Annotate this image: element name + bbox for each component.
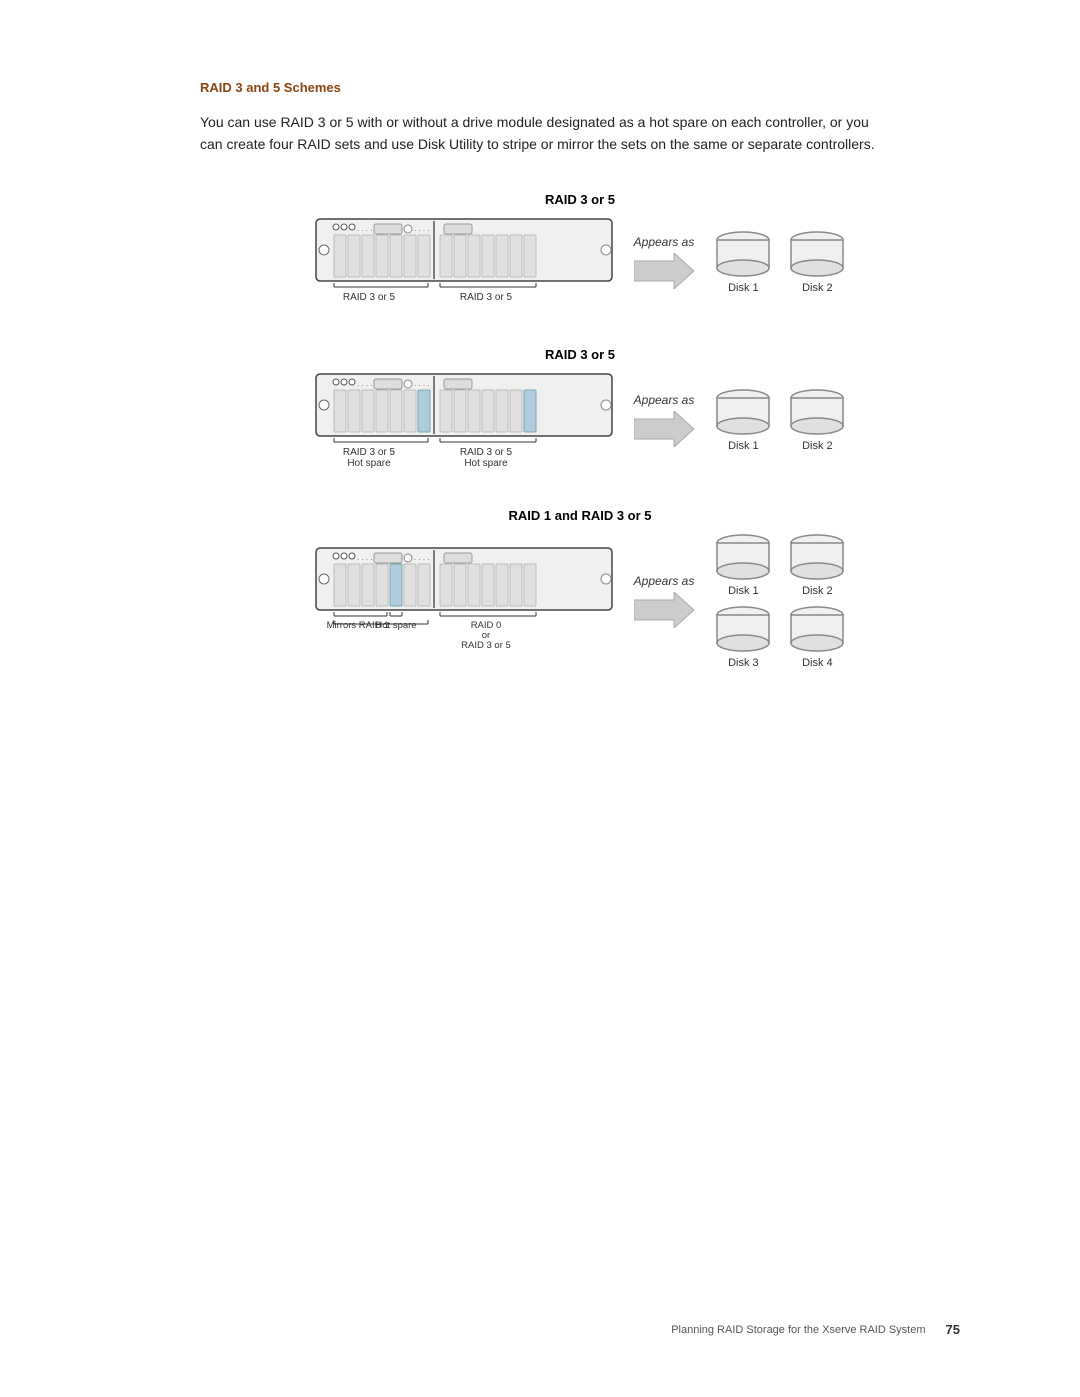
page-number: 75 [946,1322,960,1337]
diagram1-raid-wrapper: . . . . . . . . [314,217,614,307]
diagram3-disks: Disk 1 Disk 2 [714,533,846,669]
diagram2-svg: . . . . . . . . [314,372,614,468]
footer-text: Planning RAID Storage for the Xserve RAI… [671,1324,925,1336]
diagram3-raid-wrapper: . . . . . . . . [314,546,614,656]
svg-text:. . . .: . . . . [414,224,430,233]
disk2-item: Disk 2 [788,230,846,294]
svg-text:Hot spare: Hot spare [347,458,391,468]
body-text: You can use RAID 3 or 5 with or without … [200,111,880,156]
svg-text:. . . .: . . . . [414,553,430,562]
svg-text:. . . .: . . . . [357,553,373,562]
disk1-item: Disk 1 [714,230,772,294]
svg-text:Hot spare: Hot spare [375,620,416,631]
diagram2-appears-as: Appears as [634,393,695,407]
diagram1-appears-as: Appears as [634,235,695,249]
diagram2-title: RAID 3 or 5 [545,347,615,362]
diagrams-container: RAID 3 or 5 . . . . [200,192,960,669]
svg-text:RAID 3 or 5: RAID 3 or 5 [343,292,396,303]
diagram3-disk3-icon [714,605,772,653]
diagram2: RAID 3 or 5 . . . . . . . . [200,347,960,468]
diagram2-disk2-icon [788,388,846,436]
section-title: RAID 3 and 5 Schemes [200,80,960,95]
diagram3-disk3-label: Disk 3 [728,657,759,669]
diagram3: RAID 1 and RAID 3 or 5 . . . . . . . . [200,508,960,669]
svg-text:RAID 3 or 5: RAID 3 or 5 [343,447,396,458]
diagram3-disk4-label: Disk 4 [802,657,833,669]
diagram3-appears-as: Appears as [634,574,695,588]
svg-text:Hot spare: Hot spare [464,458,508,468]
diagram2-disk1-icon [714,388,772,436]
diagram1-title: RAID 3 or 5 [545,192,615,207]
diagram3-svg: . . . . . . . . [314,546,614,656]
diagram2-disk1-label: Disk 1 [728,440,759,452]
svg-text:. . . .: . . . . [357,224,373,233]
svg-text:. . . .: . . . . [414,379,430,388]
diagram3-disk1-item: Disk 1 [714,533,772,597]
diagram3-arrow: Appears as [634,574,695,628]
diagram3-disk4-icon [788,605,846,653]
diagram3-disk1-label: Disk 1 [728,585,759,597]
diagram1: RAID 3 or 5 . . . . [200,192,960,307]
diagram2-disks: Disk 1 Disk 2 [714,388,846,452]
diagram2-disk2-item: Disk 2 [788,388,846,452]
page-footer: Planning RAID Storage for the Xserve RAI… [671,1322,960,1337]
page: RAID 3 and 5 Schemes You can use RAID 3 … [0,0,1080,1397]
diagram1-arrow-svg [634,253,694,289]
diagram2-disk1-item: Disk 1 [714,388,772,452]
disk2-label: Disk 2 [802,282,833,294]
svg-text:RAID 3 or 5: RAID 3 or 5 [461,640,511,651]
diagram3-disk3-item: Disk 3 [714,605,772,669]
diagram3-disk4-item: Disk 4 [788,605,846,669]
svg-text:RAID 3 or 5: RAID 3 or 5 [460,447,513,458]
diagram1-content: . . . . . . . . [314,217,847,307]
diagram3-disk2-icon [788,533,846,581]
diagram1-svg: . . . . . . . . [314,217,614,307]
disk2-icon [788,230,846,278]
disk1-icon [714,230,772,278]
diagram2-arrow-svg [634,411,694,447]
diagram3-title: RAID 1 and RAID 3 or 5 [508,508,651,523]
diagram1-disks: Disk 1 Disk 2 [714,230,846,294]
diagram3-disk2-item: Disk 2 [788,533,846,597]
diagram1-arrow: Appears as [634,235,695,289]
svg-text:RAID 3 or 5: RAID 3 or 5 [460,292,513,303]
svg-text:. . . .: . . . . [357,379,373,388]
diagram2-arrow: Appears as [634,393,695,447]
diagram2-content: . . . . . . . . [314,372,847,468]
diagram2-disk2-label: Disk 2 [802,440,833,452]
diagram3-content: . . . . . . . . [314,533,847,669]
diagram2-raid-wrapper: . . . . . . . . [314,372,614,468]
diagram3-arrow-svg [634,592,694,628]
disk1-label: Disk 1 [728,282,759,294]
diagram3-disk1-icon [714,533,772,581]
diagram3-disk2-label: Disk 2 [802,585,833,597]
